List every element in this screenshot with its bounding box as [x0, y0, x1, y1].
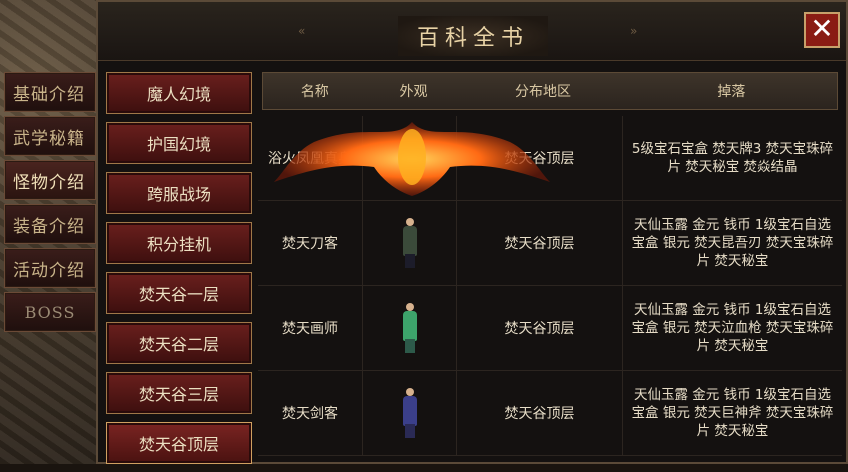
monster-table: 名称 外观 分布地区 掉落 浴火凤凰真身 焚天谷顶层 5级宝石宝盒 焚天牌3 焚…	[258, 70, 842, 464]
monster-name: 焚天画师	[282, 321, 338, 337]
table-row: 焚天刀客 焚天谷顶层 天仙玉露 金元 钱币 1级宝石自选宝盒 银元 焚天昆吾刃 …	[258, 201, 842, 286]
monster-look	[362, 286, 456, 370]
right-ornament-icon: »	[630, 24, 638, 38]
category-item[interactable]: 焚天谷一层	[106, 272, 252, 314]
monster-look	[362, 371, 456, 455]
side-tab-basics[interactable]: 基础介绍	[4, 72, 96, 112]
header-name: 名称	[300, 84, 329, 100]
monster-drops: 5级宝石宝盒 焚天牌3 焚天宝珠碎片 焚天秘宝 焚焱结晶	[622, 116, 842, 200]
category-list: 魔人幻境 护国幻境 跨服战场 积分挂机 焚天谷一层 焚天谷二层 焚天谷三层 焚天…	[106, 72, 252, 472]
painter-icon	[400, 303, 420, 353]
side-tab-list: 基础介绍 武学秘籍 怪物介绍 装备介绍 活动介绍 BOSS	[4, 72, 96, 336]
monster-drops: 天仙玉露 金元 钱币 1级宝石自选宝盒 银元 焚天昆吾刃 焚天宝珠碎片 焚天秘宝	[622, 201, 842, 285]
monster-drops: 天仙玉露 金元 钱币 1级宝石自选宝盒 银元 焚天巨神斧 焚天宝珠碎片 焚天秘宝	[622, 371, 842, 455]
close-icon: ✕	[810, 12, 834, 45]
monster-name: 焚天剑客	[282, 406, 338, 422]
monster-area: 焚天谷顶层	[456, 286, 622, 370]
monster-name: 浴火凤凰真身	[268, 151, 352, 167]
table-row: 焚天剑客 焚天谷顶层 天仙玉露 金元 钱币 1级宝石自选宝盒 银元 焚天巨神斧 …	[258, 371, 842, 456]
side-tab-boss[interactable]: BOSS	[4, 292, 96, 332]
category-item[interactable]: 焚天谷二层	[106, 322, 252, 364]
side-tab-events[interactable]: 活动介绍	[4, 248, 96, 288]
category-item[interactable]: 护国幻境	[106, 122, 252, 164]
left-ornament-icon: «	[298, 24, 306, 38]
category-item[interactable]: 魔人幻境	[106, 72, 252, 114]
side-tab-monsters[interactable]: 怪物介绍	[4, 160, 96, 200]
monster-drops: 天仙玉露 金元 钱币 1级宝石自选宝盒 银元 焚天泣血枪 焚天宝珠碎片 焚天秘宝	[622, 286, 842, 370]
header-area: 分布地区	[515, 84, 572, 100]
monster-name: 焚天刀客	[282, 236, 338, 252]
swordsman-icon	[400, 388, 420, 438]
title-bar: « 百科全书 » ✕	[98, 2, 846, 61]
monster-area: 焚天谷顶层	[456, 116, 622, 200]
monster-look	[362, 116, 456, 200]
monster-area: 焚天谷顶层	[456, 201, 622, 285]
table-row: 浴火凤凰真身 焚天谷顶层 5级宝石宝盒 焚天牌3 焚天宝珠碎片 焚天秘宝 焚焱结…	[258, 116, 842, 201]
table-row: 焚天画师 焚天谷顶层 天仙玉露 金元 钱币 1级宝石自选宝盒 银元 焚天泣血枪 …	[258, 286, 842, 371]
window-title: 百科全书	[416, 26, 529, 51]
category-item[interactable]: 跨服战场	[106, 172, 252, 214]
category-item-active[interactable]: 焚天谷顶层	[106, 422, 252, 464]
encyclopedia-window: « 百科全书 » ✕ 魔人幻境 护国幻境 跨服战场 积分挂机 焚天谷一层 焚天谷…	[96, 0, 848, 464]
table-header: 名称 外观 分布地区 掉落	[262, 72, 838, 110]
saber-warrior-icon	[400, 218, 420, 268]
side-tab-equipment[interactable]: 装备介绍	[4, 204, 96, 244]
category-item[interactable]: 焚天谷三层	[106, 372, 252, 414]
side-tab-martial-arts[interactable]: 武学秘籍	[4, 116, 96, 156]
monster-area: 焚天谷顶层	[456, 371, 622, 455]
header-look: 外观	[399, 84, 428, 100]
header-drops: 掉落	[717, 84, 746, 100]
title-plate: 百科全书	[398, 16, 548, 56]
close-button[interactable]: ✕	[804, 12, 840, 48]
category-item[interactable]: 积分挂机	[106, 222, 252, 264]
monster-look	[362, 201, 456, 285]
